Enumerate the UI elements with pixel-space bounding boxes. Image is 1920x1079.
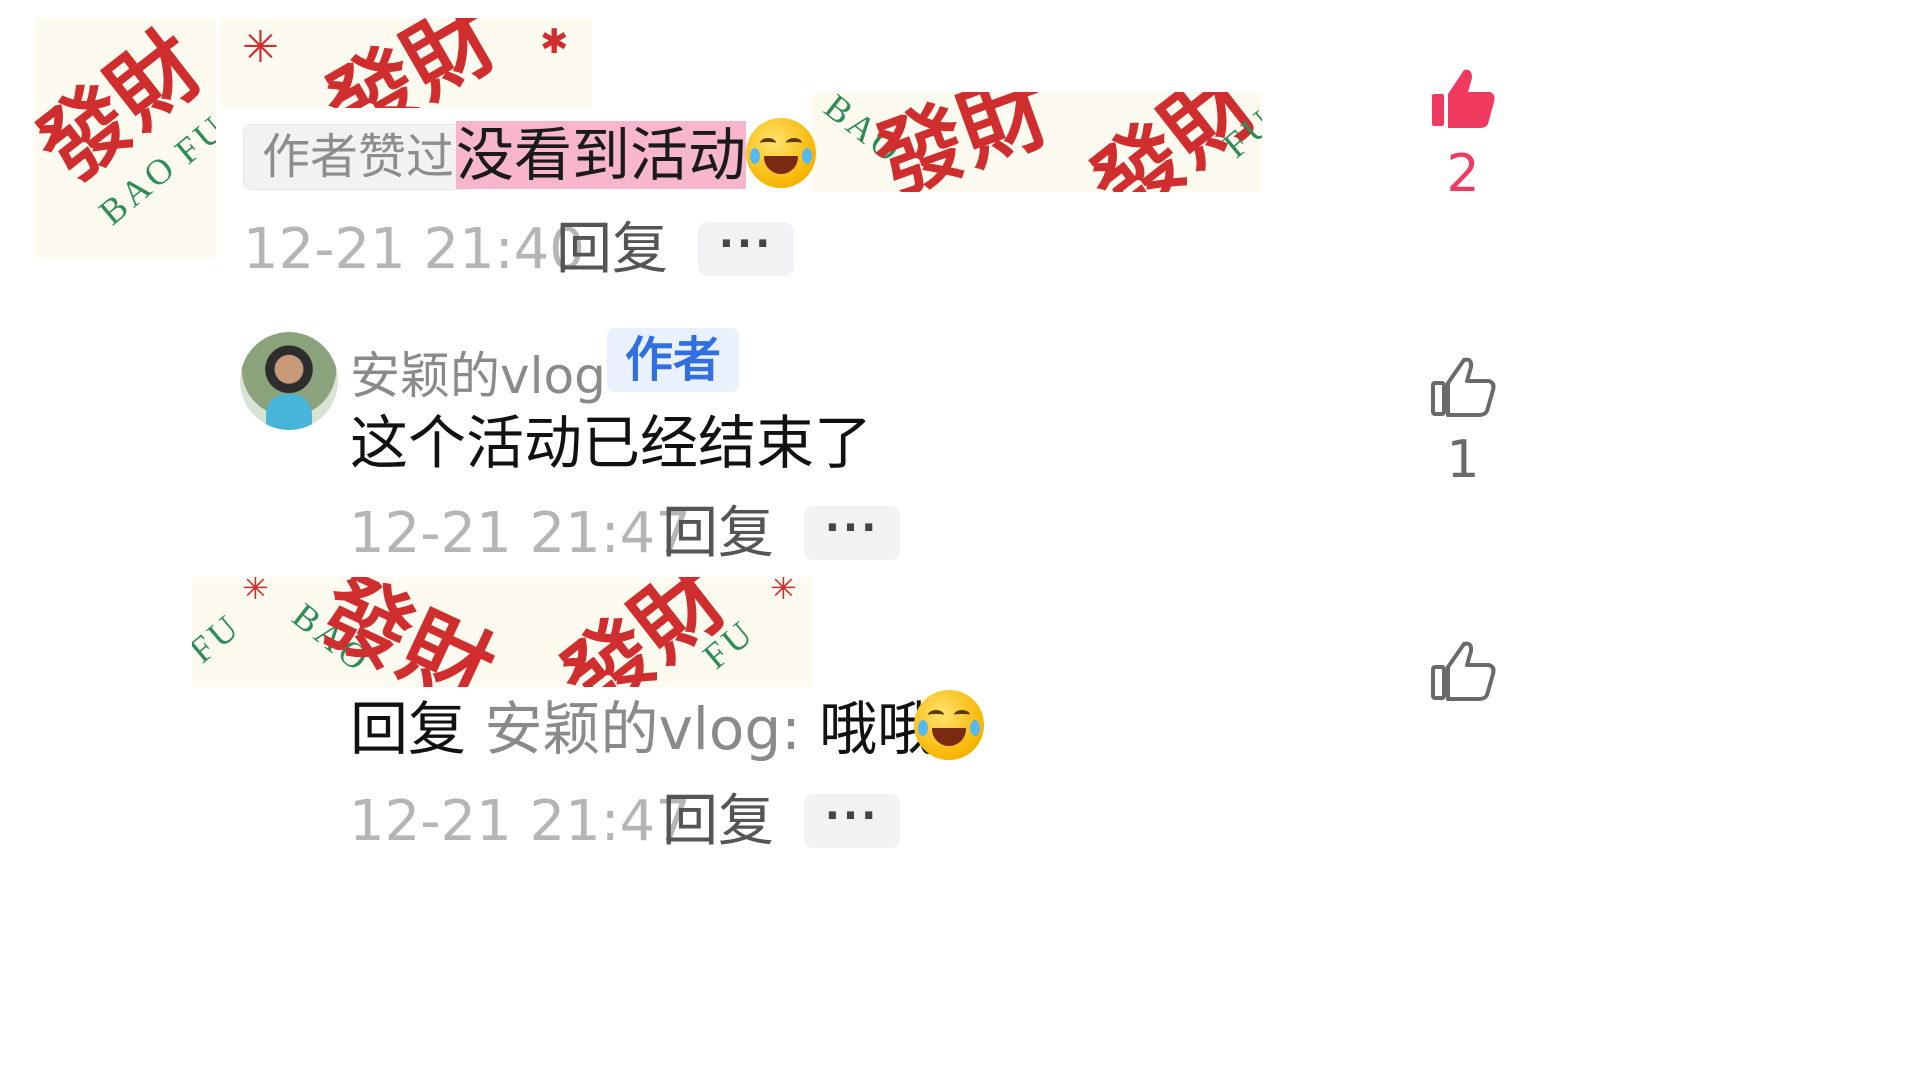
sticker-text: 發財 — [305, 577, 509, 687]
sticker-burst-icon: ✳ — [242, 577, 269, 607]
laughing-crying-emoji-icon — [914, 690, 984, 760]
like-count: 2 — [1446, 144, 1480, 204]
thumbs-up-outline-icon — [1431, 641, 1496, 701]
author-liked-badge: 作者赞过 — [243, 124, 474, 190]
like-button[interactable] — [1428, 66, 1498, 136]
reply-prefix: 回复 — [350, 695, 467, 763]
sticker-patch-bottom: FU ✳ BAO 發財 發財 FU ✳ — [192, 577, 812, 687]
author-avatar[interactable] — [240, 332, 338, 430]
author-name[interactable]: 安颖的vlog — [350, 336, 606, 408]
more-button[interactable]: ··· — [804, 506, 900, 560]
comment-timestamp: 12-21 21:47 — [349, 789, 691, 854]
comment-text[interactable]: 这个活动已经结束了 — [350, 414, 872, 472]
more-button[interactable]: ··· — [804, 794, 900, 848]
thumbs-up-outline-icon — [1431, 357, 1496, 417]
like-count: 1 — [1446, 430, 1480, 490]
sticker-star-icon: ✱ — [540, 22, 569, 62]
sticker-burst-icon: ✳ — [242, 22, 279, 73]
sticker-patch-left: 發財 BAO FU — [34, 18, 216, 258]
comment-text-highlight: 没看到活动 — [456, 121, 747, 189]
laughing-crying-emoji-icon — [746, 118, 816, 188]
sticker-text: 發財 — [861, 92, 1063, 192]
reply-button[interactable]: 回复 — [662, 794, 774, 850]
sticker-patch-top: ✳ 發財 ✱ — [220, 18, 592, 108]
like-button[interactable] — [1428, 354, 1498, 424]
author-badge: 作者 — [607, 328, 740, 392]
sticker-text: 發財 — [309, 18, 514, 108]
sticker-burst-icon: ✳ — [770, 577, 797, 607]
reply-button[interactable]: 回复 — [662, 506, 774, 562]
reply-target[interactable]: 安颖的vlog: — [484, 695, 800, 763]
more-button[interactable]: ··· — [698, 222, 794, 276]
comment-text[interactable]: 没看到活动 — [456, 121, 747, 189]
sticker-patch-right: BAO 發財 發財 FU — [812, 92, 1262, 192]
reply-line[interactable]: 回复 安颖的vlog: 哦哦 — [350, 700, 935, 758]
reply-button[interactable]: 回复 — [556, 222, 668, 278]
sticker-latin: FU — [192, 605, 249, 671]
like-button[interactable] — [1428, 638, 1498, 708]
comment-timestamp: 12-21 21:47 — [349, 501, 691, 566]
thumbs-up-filled-icon — [1432, 69, 1495, 128]
comment-timestamp: 12-21 21:40 — [243, 217, 585, 282]
